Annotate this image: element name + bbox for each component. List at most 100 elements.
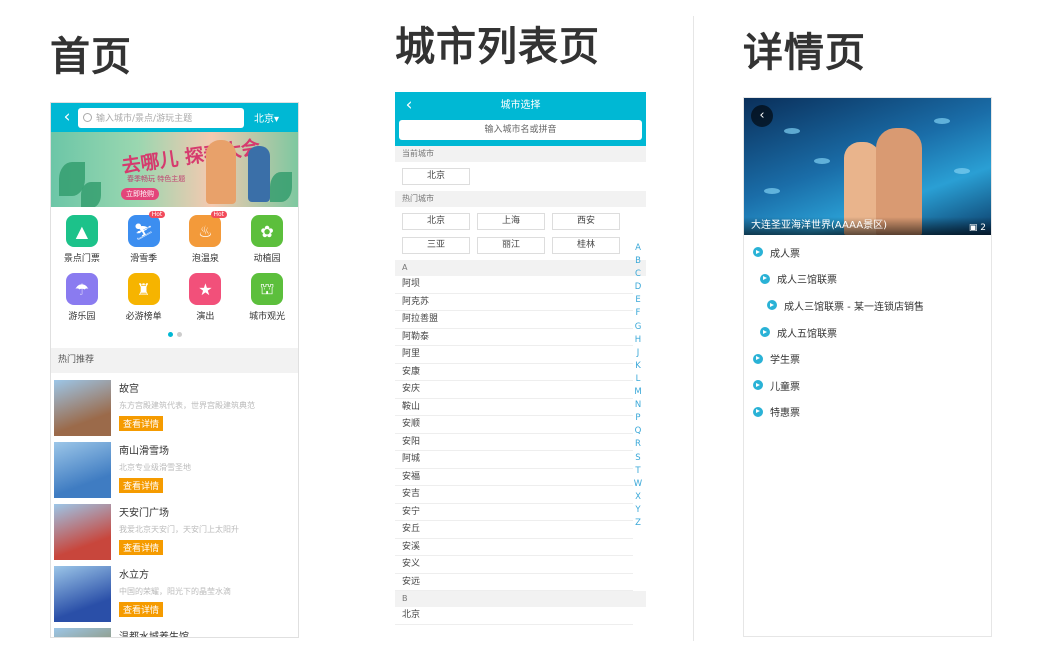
hot-city-button[interactable]: 北京 xyxy=(402,213,470,230)
category-icon: ☂ xyxy=(65,273,98,305)
city-search-input[interactable]: 输入城市名或拼音 xyxy=(399,120,642,140)
view-detail-button[interactable]: 查看详情 xyxy=(119,478,164,493)
hot-city-button[interactable]: 上海 xyxy=(477,213,545,230)
city-row[interactable]: 阿城 xyxy=(395,451,633,469)
category-item[interactable]: ☂ 游乐园 xyxy=(51,273,113,331)
city-row[interactable]: 安庆 xyxy=(395,381,633,399)
hero-image[interactable]: ‹ 大连圣亚海洋世界(AAAA景区) ▣ 2 xyxy=(744,98,991,235)
thumbnail-image[interactable] xyxy=(54,504,111,560)
thumbnail-image[interactable] xyxy=(54,628,111,637)
city-row[interactable]: 阿克苏 xyxy=(395,294,633,311)
alphabet-letter[interactable]: P xyxy=(633,412,643,425)
category-label: 城市观光 xyxy=(249,312,286,322)
alphabet-letter[interactable]: Y xyxy=(633,504,643,517)
ticket-item[interactable]: 学生票 xyxy=(744,345,991,372)
city-row[interactable]: 阿勒泰 xyxy=(395,329,633,346)
hot-city-button[interactable]: 西安 xyxy=(552,213,620,230)
city-row[interactable]: 安顺 xyxy=(395,416,633,434)
promo-banner[interactable]: 去哪儿 探春大会 春季畅玩 特色主题 立即抢购 xyxy=(51,132,298,207)
item-info: 天安门广场 我爱北京天安门，天安门上太阳升 查看详情 xyxy=(111,504,239,559)
category-item[interactable]: ♨ Hot 泡温泉 xyxy=(175,211,237,273)
alphabet-letter[interactable]: K xyxy=(633,360,643,373)
city-row[interactable]: 安阳 xyxy=(395,434,633,451)
thumbnail-image[interactable] xyxy=(54,380,111,436)
expand-icon xyxy=(753,247,763,258)
alphabet-letter[interactable]: E xyxy=(633,294,643,307)
alphabet-letter[interactable]: M xyxy=(633,386,643,399)
alphabet-letter[interactable]: F xyxy=(633,307,643,320)
alphabet-letter[interactable]: X xyxy=(633,491,643,504)
thumbnail-image[interactable] xyxy=(54,442,111,498)
city-row[interactable]: 安宁 xyxy=(395,504,633,521)
city-header: ‹ 城市选择 xyxy=(395,92,646,119)
city-row[interactable]: 北京 xyxy=(395,607,633,625)
expand-icon xyxy=(767,300,777,311)
city-row[interactable]: 阿里 xyxy=(395,346,633,364)
list-item[interactable]: 天安门广场 我爱北京天安门，天安门上太阳升 查看详情 xyxy=(51,497,298,560)
city-row[interactable]: 安吉 xyxy=(395,486,633,504)
alphabet-letter[interactable]: J xyxy=(633,347,643,360)
city-row[interactable]: 阿坝 xyxy=(395,276,633,294)
ticket-item[interactable]: 儿童票 xyxy=(744,372,991,399)
city-row[interactable]: 安丘 xyxy=(395,521,633,539)
alphabet-letter[interactable]: N xyxy=(633,399,643,412)
hot-city-button[interactable]: 丽江 xyxy=(477,237,545,254)
thumbnail-image[interactable] xyxy=(54,566,111,622)
alphabet-letter[interactable]: W xyxy=(633,478,643,491)
current-city-row: 北京 xyxy=(395,162,646,191)
current-city-button[interactable]: 北京 xyxy=(402,168,470,185)
category-item[interactable]: ✿ 动植园 xyxy=(236,215,298,273)
alphabet-letter[interactable]: L xyxy=(633,373,643,386)
city-row[interactable]: 安溪 xyxy=(395,539,633,556)
alphabet-letter[interactable]: D xyxy=(633,281,643,294)
category-item[interactable]: ★ 演出 xyxy=(175,273,237,331)
alphabet-letter[interactable]: T xyxy=(633,465,643,478)
alphabet-letter[interactable]: Z xyxy=(633,517,643,530)
list-item[interactable]: 故宫 东方宫殿建筑代表，世界宫殿建筑典范 查看详情 xyxy=(51,373,298,436)
alphabet-letter[interactable]: C xyxy=(633,268,643,281)
alphabet-letter[interactable]: Q xyxy=(633,425,643,438)
category-item[interactable]: ⛫ 城市观光 xyxy=(236,273,298,331)
category-item[interactable]: ⛷ Hot 滑雪季 xyxy=(113,211,175,273)
ticket-item[interactable]: 成人票 xyxy=(744,239,991,266)
ticket-tree: 成人票 成人三馆联票 成人三馆联票 - 某一连锁店销售 成人五馆联票 学生票 儿童票 特惠票 xyxy=(744,235,991,425)
banner-tag: 立即抢购 xyxy=(121,188,159,200)
alphabet-letter[interactable]: S xyxy=(633,452,643,465)
alphabet-letter[interactable]: A xyxy=(633,242,643,255)
back-icon[interactable]: ‹ xyxy=(56,103,78,132)
city-row[interactable]: 阿拉善盟 xyxy=(395,311,633,329)
city-row[interactable]: 安福 xyxy=(395,469,633,486)
ticket-item[interactable]: 成人五馆联票 xyxy=(744,319,991,346)
city-row[interactable]: 安远 xyxy=(395,574,633,591)
alphabet-letter[interactable]: B xyxy=(633,255,643,268)
alphabet-letter[interactable]: H xyxy=(633,334,643,347)
list-item[interactable]: 温都水城养生馆各种亚热带植物掩映其间的休闲生态露天温泉查看详情 xyxy=(51,621,298,637)
view-detail-button[interactable]: 查看详情 xyxy=(119,416,164,431)
fish-decoration xyxy=(764,188,780,194)
view-detail-button[interactable]: 查看详情 xyxy=(119,602,164,617)
ticket-item[interactable]: 成人三馆联票 - 某一连锁店销售 xyxy=(744,292,991,319)
view-detail-button[interactable]: 查看详情 xyxy=(119,540,164,555)
hot-city-button[interactable]: 三亚 xyxy=(402,237,470,254)
city-selector[interactable]: 北京▾ xyxy=(254,110,279,125)
search-input[interactable]: 输入城市/景点/游玩主题 xyxy=(78,107,244,128)
category-item[interactable]: ♜ 必游榜单 xyxy=(113,273,175,331)
hot-city-button[interactable]: 桂林 xyxy=(552,237,620,254)
list-item[interactable]: 南山滑雪场 北京专业级滑雪圣地 查看详情 xyxy=(51,435,298,498)
page-dot xyxy=(176,332,182,337)
ticket-item[interactable]: 成人三馆联票 xyxy=(744,266,991,293)
back-icon[interactable]: ‹ xyxy=(751,105,773,127)
alphabet-letter[interactable]: G xyxy=(633,321,643,334)
category-item[interactable]: ▲ 景点门票 xyxy=(51,215,113,273)
alphabet-letter[interactable]: R xyxy=(633,438,643,451)
city-row[interactable]: 鞍山 xyxy=(395,399,633,416)
ticket-item[interactable]: 特惠票 xyxy=(744,399,991,426)
city-row[interactable]: 安康 xyxy=(395,364,633,381)
category-label: 游乐园 xyxy=(68,312,96,322)
city-row[interactable]: 安义 xyxy=(395,556,633,574)
back-icon[interactable]: ‹ xyxy=(398,92,420,119)
photo-count[interactable]: ▣ 2 xyxy=(969,223,986,233)
item-subtitle: 东方宫殿建筑代表，世界宫殿建筑典范 xyxy=(119,401,255,410)
home-screen: ‹ 输入城市/景点/游玩主题 北京▾ 去哪儿 探春大会 春季畅玩 特色主题 立即… xyxy=(50,102,299,638)
list-item[interactable]: 水立方 中国的荣耀，阳光下的晶莹水滴 查看详情 xyxy=(51,559,298,622)
